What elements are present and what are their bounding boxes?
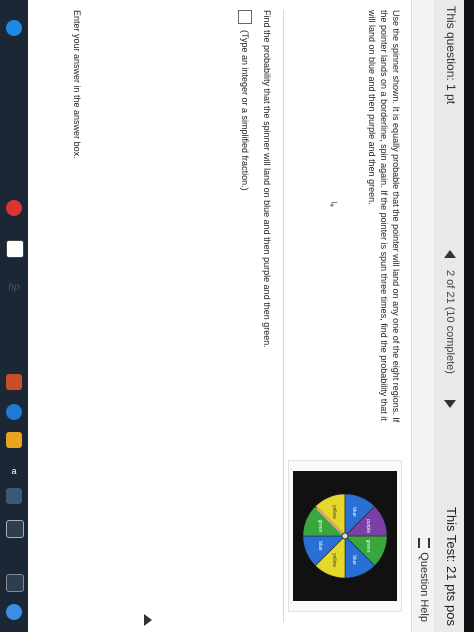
chrome-icon[interactable] <box>6 200 22 216</box>
spinner-label-blue: blue <box>317 541 323 551</box>
list-icon <box>417 538 430 549</box>
powerpoint-icon[interactable] <box>6 374 22 390</box>
divider <box>283 10 284 622</box>
task-view-icon[interactable] <box>6 520 24 538</box>
spinner-label-yellow: yellow <box>331 505 337 519</box>
answer-row: (Type an integer or a simplified fractio… <box>238 10 252 191</box>
assistant-icon[interactable] <box>6 20 22 36</box>
spinner-label-blue: blue <box>351 555 357 565</box>
answer-input[interactable] <box>238 10 252 24</box>
scroll-up-icon[interactable] <box>144 614 152 626</box>
spinner-label-green: green <box>317 520 323 533</box>
amazon-icon[interactable]: a <box>5 466 23 476</box>
question-content: Use the spinner shown. It is equally pro… <box>28 0 412 632</box>
question-help-label: Question Help <box>418 552 430 622</box>
browser-page: This question: 1 pt 2 of 21 (10 complete… <box>28 0 464 632</box>
settings-icon[interactable] <box>6 240 24 258</box>
edge-icon[interactable] <box>6 404 22 420</box>
spinner-svg: green blue yellow blue green yellow blue purple <box>293 471 397 601</box>
spinner-label-yellow: yellow <box>331 553 337 567</box>
question-help-button[interactable]: Question Help <box>417 538 430 622</box>
spinner-label-purple: purple <box>365 519 371 533</box>
help-bar: Question Help <box>411 0 434 632</box>
taskbar: a hp <box>0 0 28 632</box>
question-progress: 2 of 21 (10 complete) <box>444 270 456 374</box>
find-probability-text: Find the probability that the spinner wi… <box>262 10 272 348</box>
mouse-cursor-icon: ↳ <box>327 200 338 209</box>
previous-question-icon[interactable] <box>444 250 456 258</box>
spinner-label-green: green <box>365 540 371 553</box>
hp-logo: hp <box>8 282 20 293</box>
spinner-label-blue: blue <box>351 507 357 517</box>
enter-answer-hint: Enter your answer in the answer box. <box>72 10 82 159</box>
test-points: This Test: 21 pts pos <box>444 507 459 626</box>
answer-instruction: (Type an integer or a simplified fractio… <box>240 30 250 191</box>
search-icon[interactable] <box>6 574 24 592</box>
store-icon[interactable] <box>6 488 22 504</box>
windows-icon[interactable] <box>6 604 22 620</box>
question-points: This question: 1 pt <box>444 6 458 105</box>
mail-icon[interactable] <box>6 432 22 448</box>
next-question-icon[interactable] <box>444 400 456 408</box>
spinner-figure: green blue yellow blue green yellow blue purple <box>288 460 402 612</box>
screen: This question: 1 pt 2 of 21 (10 complete… <box>28 0 464 632</box>
test-header: This question: 1 pt 2 of 21 (10 complete… <box>433 0 464 632</box>
problem-text: Use the spinner shown. It is equally pro… <box>367 10 401 423</box>
spinner-hub <box>341 532 349 540</box>
